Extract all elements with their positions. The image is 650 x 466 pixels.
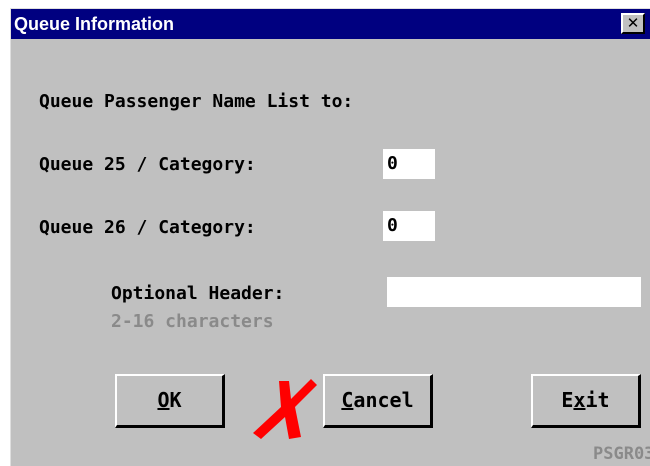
optional-header-label: Optional Header: bbox=[111, 283, 285, 304]
cancel-button[interactable]: Cancel bbox=[323, 374, 433, 428]
queue-26-label: Queue 26 / Category: bbox=[39, 217, 256, 238]
exit-button[interactable]: Exit bbox=[531, 374, 641, 428]
ok-label-rest: K bbox=[169, 388, 182, 412]
cancel-label-rest: ancel bbox=[353, 388, 414, 412]
ok-button[interactable]: OK bbox=[115, 374, 225, 428]
red-x-icon bbox=[253, 379, 317, 439]
queue-information-dialog: Queue Information ✕ Queue Passenger Name… bbox=[10, 8, 650, 466]
optional-header-input[interactable] bbox=[387, 277, 641, 307]
queue-25-category-input[interactable]: 0 bbox=[383, 149, 435, 179]
queue-25-label: Queue 25 / Category: bbox=[39, 154, 256, 175]
exit-label-rest: it bbox=[585, 388, 610, 412]
screen-code: PSGR03 bbox=[593, 444, 650, 464]
exit-label-pre: E bbox=[561, 388, 574, 412]
close-button[interactable]: ✕ bbox=[621, 13, 645, 34]
window-title: Queue Information bbox=[14, 14, 175, 34]
cancel-hotkey: C bbox=[341, 388, 354, 412]
title-bar: Queue Information ✕ bbox=[11, 9, 650, 39]
queue-26-category-input[interactable]: 0 bbox=[383, 211, 435, 241]
optional-header-hint: 2-16 characters bbox=[111, 311, 274, 332]
close-icon: ✕ bbox=[626, 14, 640, 32]
form-heading: Queue Passenger Name List to: bbox=[39, 91, 354, 112]
ok-hotkey: O bbox=[157, 388, 170, 412]
exit-hotkey: x bbox=[573, 388, 586, 412]
